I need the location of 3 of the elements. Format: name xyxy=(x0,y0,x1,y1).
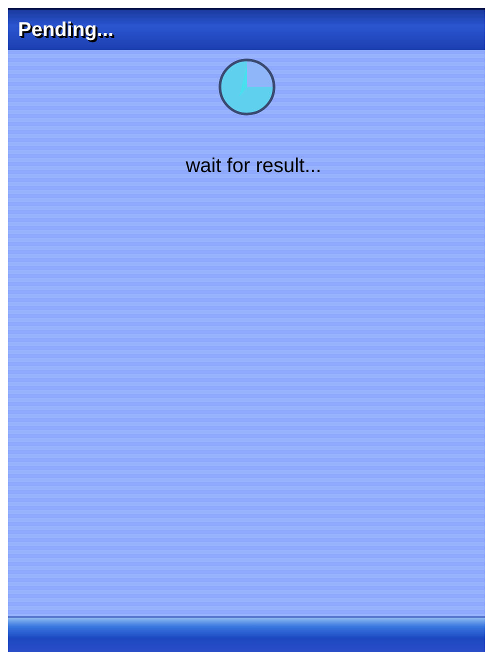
status-message: wait for result... xyxy=(186,154,322,179)
loading-spinner-icon xyxy=(216,57,276,117)
window-title: Pending... xyxy=(18,18,114,43)
